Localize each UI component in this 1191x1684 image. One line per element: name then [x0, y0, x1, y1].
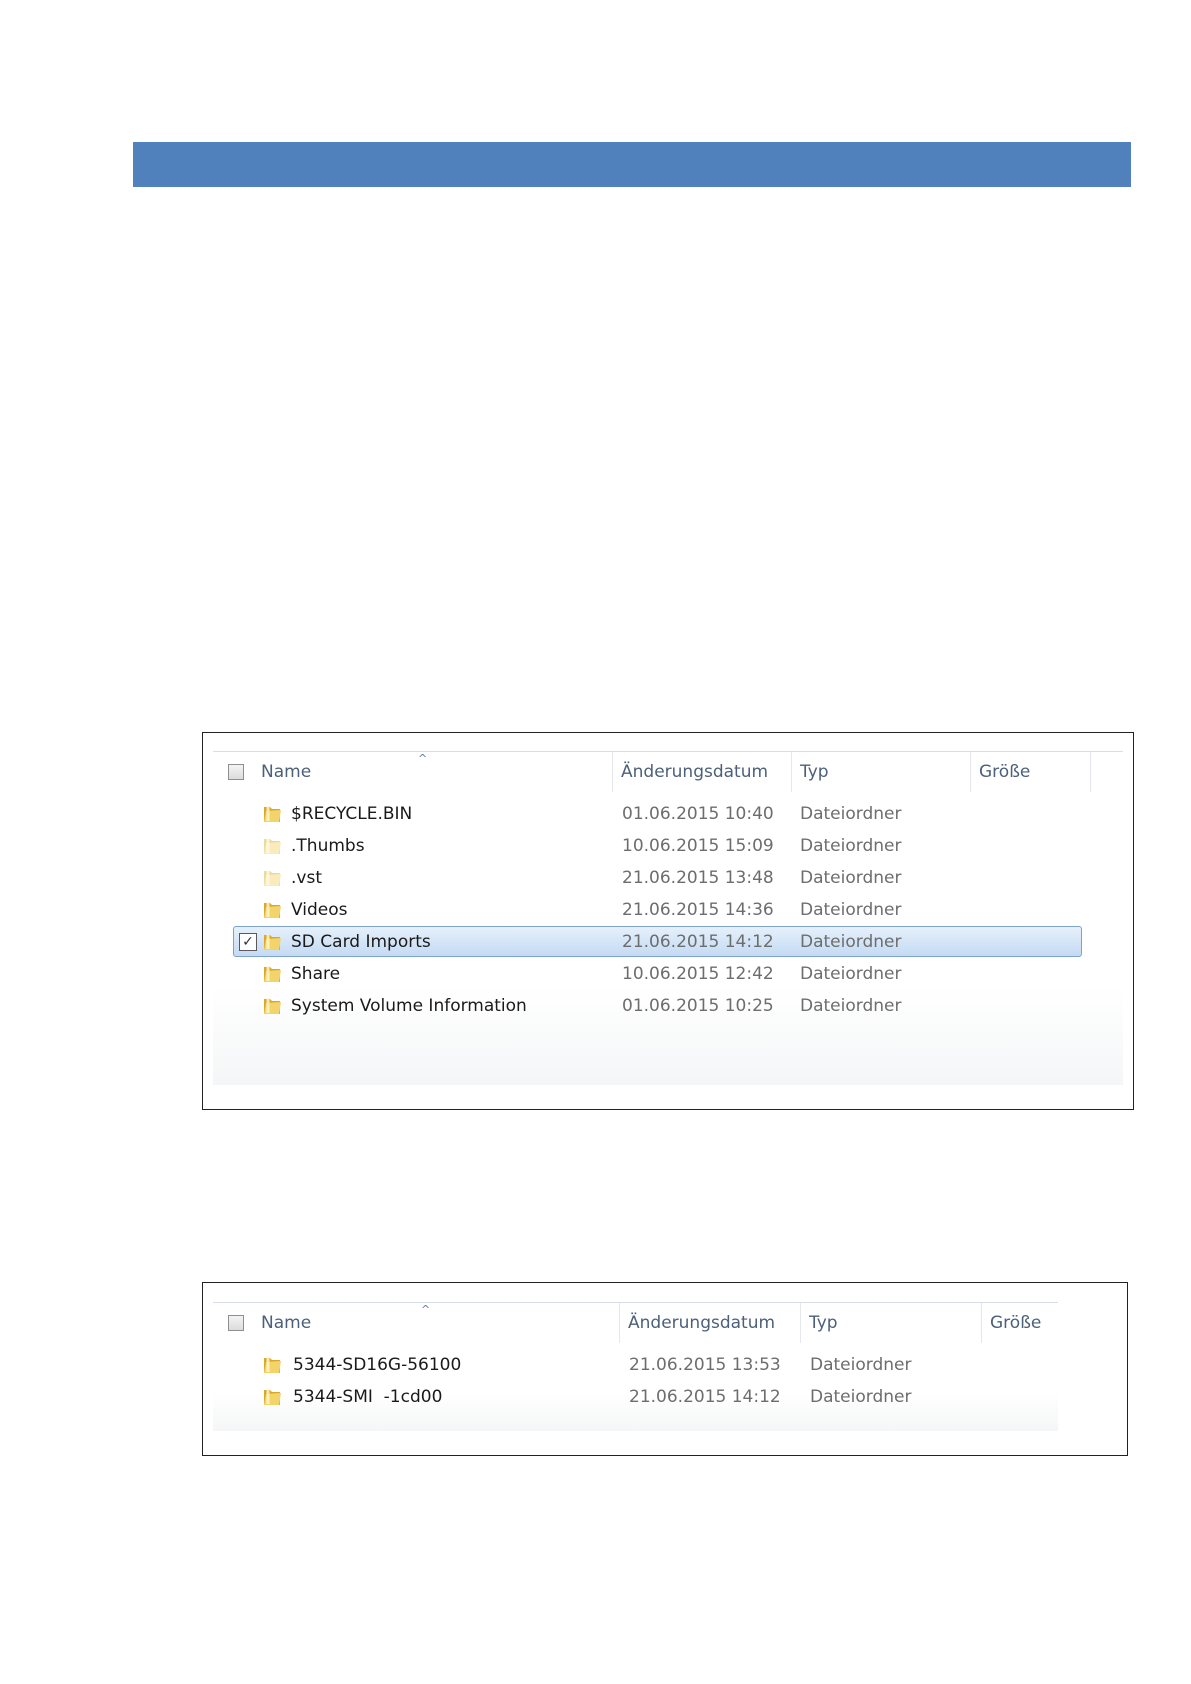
- file-modified-date: 01.06.2015 10:25: [622, 996, 774, 1016]
- folder-icon: [261, 1386, 283, 1408]
- file-row[interactable]: Videos 21.06.2015 14:36 Dateiordner: [213, 894, 1123, 926]
- file-modified-date: 01.06.2015 10:40: [622, 804, 774, 824]
- file-row[interactable]: .Thumbs 10.06.2015 15:09 Dateiordner: [213, 830, 1123, 862]
- column-header-size-label: Größe: [979, 762, 1031, 782]
- column-header-date[interactable]: Änderungsdatum: [613, 752, 792, 792]
- file-type: Dateiordner: [800, 836, 902, 856]
- column-header-name[interactable]: Name: [253, 752, 613, 792]
- file-modified-date: 10.06.2015 12:42: [622, 964, 774, 984]
- folder-icon: [261, 931, 283, 953]
- sort-ascending-icon: ^: [421, 1303, 431, 1316]
- file-modified-date: 21.06.2015 14:36: [622, 900, 774, 920]
- file-rows: $RECYCLE.BIN 01.06.2015 10:40 Dateiordner.…: [213, 798, 1123, 1022]
- select-all-checkbox[interactable]: [228, 1315, 244, 1331]
- file-row[interactable]: 5344-SD16G-56100 21.06.2015 13:53 Dateiord…: [213, 1349, 1058, 1381]
- file-name: .vst: [291, 868, 322, 888]
- column-header-name[interactable]: Name: [253, 1303, 620, 1343]
- column-header-date-label: Änderungsdatum: [621, 762, 769, 782]
- file-name: Videos: [291, 900, 348, 920]
- column-header-row: Name ^ Änderungsdatum Typ Größe: [213, 1303, 1058, 1343]
- folder-icon: [261, 803, 283, 825]
- column-header-type-label: Typ: [809, 1313, 838, 1333]
- file-type: Dateiordner: [800, 932, 902, 952]
- sort-ascending-icon: ^: [418, 752, 428, 765]
- file-name: 5344-SD16G-56100: [293, 1355, 462, 1375]
- folder-icon: [261, 835, 283, 857]
- column-header-type-label: Typ: [800, 762, 829, 782]
- folder-icon: [261, 1354, 283, 1376]
- file-type: Dateiordner: [810, 1387, 912, 1407]
- file-row[interactable]: $RECYCLE.BIN 01.06.2015 10:40 Dateiordner: [213, 798, 1123, 830]
- file-list-view: Name ^ Änderungsdatum Typ Größe $RECYCLE…: [213, 751, 1123, 1085]
- column-header-row: Name ^ Änderungsdatum Typ Größe: [213, 752, 1123, 792]
- file-name: 5344-SMI -1cd00: [293, 1387, 443, 1407]
- column-header-type[interactable]: Typ: [801, 1303, 982, 1343]
- explorer-screenshot-sd-card-imports: Name ^ Änderungsdatum Typ Größe 5344-SD1…: [202, 1282, 1128, 1456]
- column-header-name-label: Name: [261, 762, 312, 782]
- file-list-view: Name ^ Änderungsdatum Typ Größe 5344-SD1…: [213, 1302, 1058, 1431]
- file-name: SD Card Imports: [291, 932, 431, 952]
- file-row[interactable]: System Volume Information 01.06.2015 10:2…: [213, 990, 1123, 1022]
- column-header-size-label: Größe: [990, 1313, 1042, 1333]
- folder-icon: [261, 867, 283, 889]
- folder-icon: [261, 899, 283, 921]
- file-name: $RECYCLE.BIN: [291, 804, 413, 824]
- column-header-size[interactable]: Größe: [982, 1303, 1058, 1343]
- folder-icon: [261, 963, 283, 985]
- file-type: Dateiordner: [800, 996, 902, 1016]
- select-all-checkbox[interactable]: [228, 764, 244, 780]
- file-modified-date: 21.06.2015 13:53: [629, 1355, 781, 1375]
- column-header-name-label: Name: [261, 1313, 312, 1333]
- file-row[interactable]: 5344-SMI -1cd00 21.06.2015 14:12 Dateiordn…: [213, 1381, 1058, 1413]
- file-type: Dateiordner: [810, 1355, 912, 1375]
- file-rows: 5344-SD16G-56100 21.06.2015 13:53 Dateiord…: [213, 1349, 1058, 1413]
- folder-icon: [261, 995, 283, 1017]
- file-row[interactable]: Share 10.06.2015 12:42 Dateiordner: [213, 958, 1123, 990]
- file-name: .Thumbs: [291, 836, 365, 856]
- file-modified-date: 21.06.2015 14:12: [629, 1387, 781, 1407]
- file-modified-date: 21.06.2015 13:48: [622, 868, 774, 888]
- column-header-type[interactable]: Typ: [792, 752, 971, 792]
- file-type: Dateiordner: [800, 868, 902, 888]
- explorer-screenshot-root-folder: Name ^ Änderungsdatum Typ Größe $RECYCLE…: [202, 732, 1134, 1110]
- column-header-date[interactable]: Änderungsdatum: [620, 1303, 801, 1343]
- file-type: Dateiordner: [800, 900, 902, 920]
- file-modified-date: 10.06.2015 15:09: [622, 836, 774, 856]
- file-row[interactable]: ✓ SD Card Imports 21.06.2015 14:12 Dateiord…: [213, 926, 1123, 958]
- file-modified-date: 21.06.2015 14:12: [622, 932, 774, 952]
- column-header-size[interactable]: Größe: [971, 752, 1091, 792]
- file-type: Dateiordner: [800, 964, 902, 984]
- file-type: Dateiordner: [800, 804, 902, 824]
- row-checkbox[interactable]: ✓: [239, 933, 257, 951]
- file-row[interactable]: .vst 21.06.2015 13:48 Dateiordner: [213, 862, 1123, 894]
- column-header-date-label: Änderungsdatum: [628, 1313, 776, 1333]
- section-header-bar: [133, 142, 1131, 187]
- file-name: Share: [291, 964, 341, 984]
- file-name: System Volume Information: [291, 996, 527, 1016]
